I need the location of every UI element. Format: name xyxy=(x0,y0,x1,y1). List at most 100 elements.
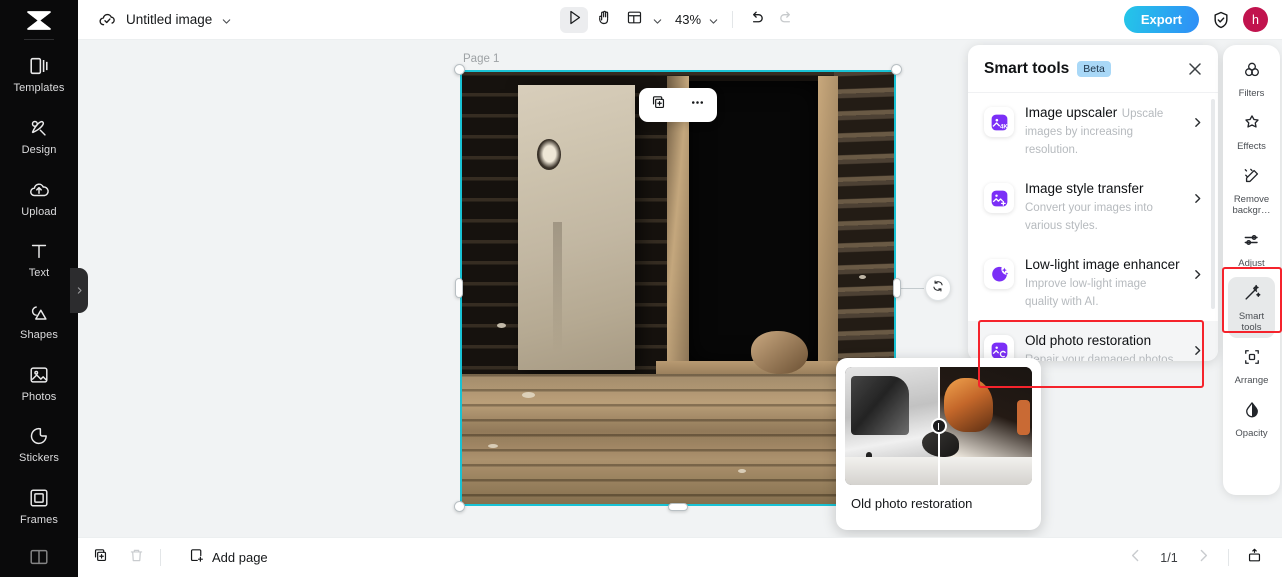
rail-item-effects[interactable]: Effects xyxy=(1228,107,1275,157)
chevron-down-icon[interactable] xyxy=(652,14,663,25)
rail-item-filters[interactable]: Filters xyxy=(1228,54,1275,104)
rail-item-remove-background[interactable]: Remove backgr… xyxy=(1228,160,1275,221)
rail-item-adjust[interactable]: Adjust xyxy=(1228,224,1275,274)
split-slider-handle-icon[interactable] xyxy=(930,418,947,434)
smart-tools-header: Smart tools Beta xyxy=(968,45,1218,93)
smart-tool-low-light-enhancer[interactable]: Low-light image enhancer Improve low-lig… xyxy=(968,245,1218,321)
prev-page-button[interactable] xyxy=(1121,545,1149,571)
smart-tool-image-upscaler[interactable]: 4K Image upscaler Upscale images by incr… xyxy=(968,93,1218,169)
chevron-right-icon[interactable] xyxy=(1191,268,1204,281)
svg-text:4K: 4K xyxy=(999,123,1007,130)
zoom-level-value: 43% xyxy=(674,12,702,27)
resize-handle-bottom-left[interactable] xyxy=(454,501,465,512)
rail-item-label: Effects xyxy=(1237,141,1266,152)
smart-tools-list[interactable]: 4K Image upscaler Upscale images by incr… xyxy=(968,93,1218,361)
present-button[interactable] xyxy=(1240,545,1268,571)
hand-tool-button[interactable] xyxy=(590,7,618,33)
resize-handle-middle-right[interactable] xyxy=(893,278,901,298)
export-button[interactable]: Export xyxy=(1123,6,1199,33)
sidebar-item-text[interactable]: Text xyxy=(0,229,78,291)
sidebar-item-label: Design xyxy=(21,143,57,156)
smart-tool-image-style-transfer[interactable]: Image style transfer Convert your images… xyxy=(968,169,1218,245)
chevron-right-icon xyxy=(75,282,84,300)
add-page-button[interactable]: Add page xyxy=(180,543,276,573)
document-title-group[interactable]: Untitled image xyxy=(98,10,232,29)
resize-handle-middle-left[interactable] xyxy=(455,278,463,298)
resize-handle-top-left[interactable] xyxy=(454,64,465,75)
shapes-icon xyxy=(28,302,50,324)
more-options-button[interactable] xyxy=(684,92,712,118)
photos-icon xyxy=(28,364,50,386)
add-page-icon xyxy=(188,547,205,569)
redo-button[interactable] xyxy=(772,7,800,33)
sidebar-divider xyxy=(24,38,54,40)
zoom-control[interactable]: 43% xyxy=(675,12,719,27)
duplicate-page-button[interactable] xyxy=(86,545,114,571)
tool-name: Image upscaler xyxy=(1025,105,1118,120)
right-tool-rail: Filters Effects Remove backgr… Adjust Sm… xyxy=(1223,45,1280,495)
layout-tool-button[interactable] xyxy=(620,7,648,33)
top-toolbar: Untitled image 43% Export h xyxy=(78,0,1282,40)
resize-handle-top-right[interactable] xyxy=(891,64,902,75)
sidebar-item-stickers[interactable]: Stickers xyxy=(0,414,78,476)
sidebar-item-photos[interactable]: Photos xyxy=(0,352,78,414)
capcut-logo-icon[interactable] xyxy=(24,4,54,38)
chevron-left-icon xyxy=(1127,547,1144,569)
rail-item-opacity[interactable]: Opacity xyxy=(1228,394,1275,444)
sidebar-expand-button[interactable] xyxy=(70,268,88,313)
chevron-down-icon[interactable] xyxy=(221,14,232,25)
hand-icon xyxy=(595,9,612,31)
undo-button[interactable] xyxy=(742,7,770,33)
moon-stars-icon xyxy=(984,259,1014,289)
avatar[interactable]: h xyxy=(1243,7,1268,32)
next-page-button[interactable] xyxy=(1189,545,1217,571)
page-counter: 1/1 xyxy=(1160,550,1178,565)
topbar-right-group: Export h xyxy=(1123,6,1268,33)
chevron-right-icon[interactable] xyxy=(1191,192,1204,205)
adjust-sliders-icon xyxy=(1242,230,1262,255)
add-page-label: Add page xyxy=(212,550,268,565)
chevron-right-icon[interactable] xyxy=(1191,116,1204,129)
page-navigation: 1/1 xyxy=(1121,545,1268,571)
magic-wand-icon xyxy=(1242,283,1262,308)
rail-item-arrange[interactable]: Arrange xyxy=(1228,341,1275,391)
tool-text-group: Image style transfer Convert your images… xyxy=(1025,180,1180,234)
close-icon[interactable] xyxy=(1185,59,1205,79)
image-style-transfer-icon xyxy=(984,183,1014,213)
chevron-right-icon xyxy=(1195,547,1212,569)
image-4k-upscale-icon: 4K xyxy=(984,107,1014,137)
before-after-preview xyxy=(845,367,1032,485)
chevron-down-icon[interactable] xyxy=(708,14,719,25)
chevron-right-icon[interactable] xyxy=(1191,344,1204,357)
rail-item-label: Remove backgr… xyxy=(1232,194,1271,216)
sidebar-item-upload[interactable]: Upload xyxy=(0,167,78,229)
shield-check-icon[interactable] xyxy=(1211,10,1231,30)
resize-handle-bottom-middle[interactable] xyxy=(668,502,688,511)
tool-name: Image style transfer xyxy=(1025,181,1144,196)
remove-background-icon xyxy=(1242,166,1262,191)
duplicate-page-icon xyxy=(92,547,109,569)
sidebar-item-shapes[interactable]: Shapes xyxy=(0,291,78,353)
rail-item-smart-tools[interactable]: Smart tools xyxy=(1228,277,1275,338)
cabin-wall-photo[interactable] xyxy=(460,70,896,506)
delete-page-button[interactable] xyxy=(122,545,150,571)
smart-tool-old-photo-restoration[interactable]: Old photo restoration Repair your damage… xyxy=(968,321,1218,361)
selected-object-wrapper[interactable] xyxy=(454,64,951,512)
status-badge: Beta xyxy=(1077,60,1111,77)
preview-card-label: Old photo restoration xyxy=(851,496,973,511)
tool-name: Low-light image enhancer xyxy=(1025,257,1180,272)
rotate-connector-line xyxy=(898,288,924,289)
page-label: Page 1 xyxy=(463,53,500,65)
duplicate-object-button[interactable] xyxy=(645,92,673,118)
document-title[interactable]: Untitled image xyxy=(126,12,212,27)
object-floating-toolbar xyxy=(639,88,717,122)
select-tool-button[interactable] xyxy=(559,6,588,33)
frames-icon xyxy=(28,487,50,509)
sidebar-item-templates[interactable]: Templates xyxy=(0,44,78,106)
panel-scrollbar[interactable] xyxy=(1211,99,1215,309)
sidebar-item-layout[interactable] xyxy=(0,537,78,577)
templates-icon xyxy=(28,55,50,77)
sidebar-item-frames[interactable]: Frames xyxy=(0,476,78,538)
sidebar-item-design[interactable]: Design xyxy=(0,106,78,168)
rotate-handle[interactable] xyxy=(925,275,951,301)
